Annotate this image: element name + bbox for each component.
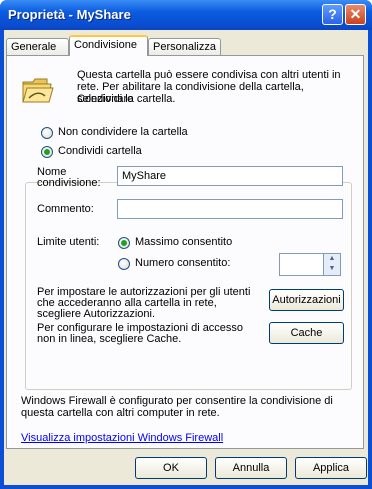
- firewall-settings-link[interactable]: Visualizza impostazioni Windows Firewall: [21, 432, 223, 444]
- comment-label: Commento:: [37, 203, 94, 215]
- close-button[interactable]: ✕: [345, 4, 366, 25]
- properties-window: Proprietà - MyShare ? ✕ Generale Condivi…: [0, 0, 372, 489]
- help-button[interactable]: ?: [322, 4, 343, 25]
- sharing-panel: Questa cartella può essere condivisa con…: [6, 55, 364, 449]
- folder-share-icon: [21, 74, 55, 106]
- number-allowed-radio[interactable]: [118, 258, 130, 270]
- max-allowed-label[interactable]: Massimo consentito: [135, 236, 232, 248]
- user-count-input[interactable]: [279, 253, 324, 276]
- apply-button[interactable]: Applica: [295, 457, 367, 479]
- share-label[interactable]: Condividi cartella: [58, 145, 142, 157]
- share-radio[interactable]: [41, 146, 53, 158]
- tab-condivisione[interactable]: Condivisione: [69, 35, 148, 56]
- permissions-text-3: scegliere Autorizzazioni.: [37, 308, 156, 320]
- spin-down-icon[interactable]: ▼: [324, 264, 340, 274]
- spin-up-icon[interactable]: ▲: [324, 254, 340, 264]
- no-share-radio[interactable]: [41, 127, 53, 139]
- firewall-text-1: Windows Firewall è configurato per conse…: [21, 395, 333, 407]
- firewall-text-2: questa cartella con altri computer in re…: [21, 407, 220, 419]
- cancel-button[interactable]: Annulla: [215, 457, 287, 479]
- max-allowed-radio[interactable]: [118, 237, 130, 249]
- tab-generale[interactable]: Generale: [6, 38, 69, 55]
- ok-button[interactable]: OK: [135, 457, 207, 479]
- no-share-label[interactable]: Non condividere la cartella: [58, 126, 188, 138]
- user-limit-label: Limite utenti:: [37, 236, 100, 248]
- share-name-label-2: condivisione:: [37, 177, 101, 189]
- window-title: Proprietà - MyShare: [8, 7, 131, 22]
- share-name-input[interactable]: MyShare: [117, 166, 343, 186]
- title-bar[interactable]: Proprietà - MyShare ? ✕: [0, 0, 372, 30]
- intro-text-1: Questa cartella può essere condivisa con…: [77, 69, 341, 81]
- permissions-button[interactable]: Autorizzazioni: [269, 289, 344, 311]
- cache-button[interactable]: Cache: [269, 322, 344, 344]
- user-count-spinner[interactable]: ▲ ▼: [323, 253, 341, 276]
- dialog-body: Generale Condivisione Personalizza Quest…: [4, 30, 368, 485]
- comment-input[interactable]: [117, 199, 343, 219]
- tab-strip: Generale Condivisione Personalizza: [4, 30, 368, 58]
- cache-text-2: non in linea, scegliere Cache.: [37, 333, 182, 345]
- number-allowed-label[interactable]: Numero consentito:: [135, 257, 230, 269]
- intro-text-3: Condividi la cartella.: [77, 93, 176, 105]
- tab-personalizza[interactable]: Personalizza: [148, 38, 221, 55]
